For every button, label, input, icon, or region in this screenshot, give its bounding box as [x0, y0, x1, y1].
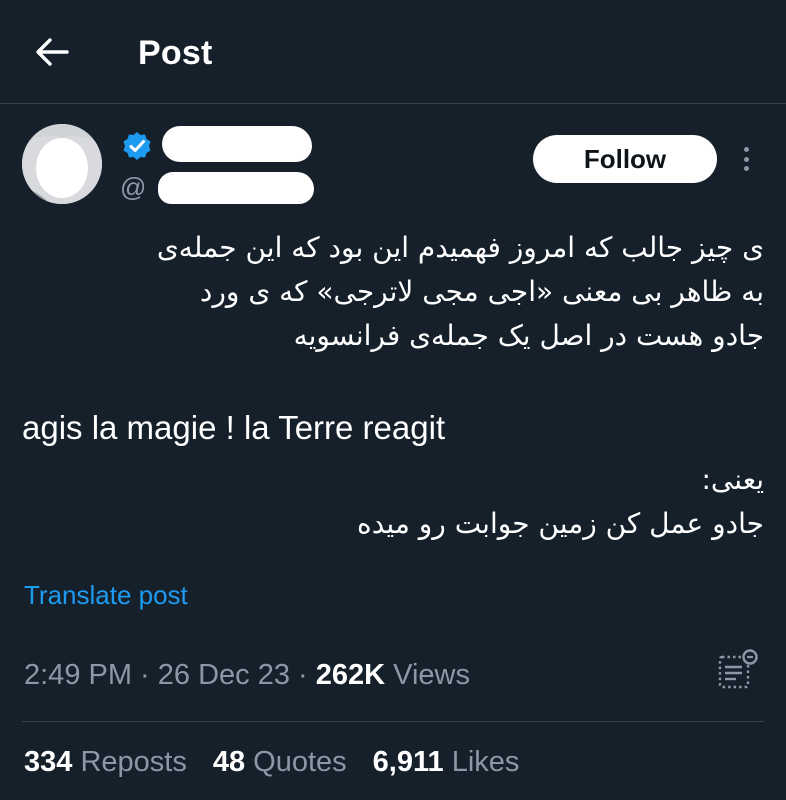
more-vertical-icon	[743, 147, 749, 152]
analytics-icon[interactable]	[714, 647, 762, 695]
meta-separator-2: ·	[289, 659, 316, 691]
reposts-stat[interactable]: 334 Reposts	[24, 746, 187, 779]
top-bar: Post	[0, 0, 786, 104]
post-line: جادو عمل کن زمین جوابت رو میده	[357, 507, 764, 540]
page-title: Post	[138, 34, 213, 72]
follow-button[interactable]: Follow	[533, 135, 717, 183]
arrow-left-icon	[36, 38, 69, 66]
verified-badge-icon	[123, 132, 151, 160]
post-french-line: agis la magie ! la Terre reagit	[22, 409, 446, 446]
header-divider	[0, 103, 786, 104]
post-paragraph-persian-2: یعنی: جادو عمل کن زمین جوابت رو میده	[357, 458, 764, 546]
post-line: جادو هست در اصل یک جمله‌ی فرانسویه	[293, 319, 764, 352]
post-page: Post @ Follow ی چیز جالب که امروز فهمیدم…	[0, 0, 786, 800]
views-label: Views	[385, 659, 470, 691]
more-vertical-icon-dot	[743, 156, 749, 162]
more-options-button[interactable]	[734, 142, 758, 176]
post-line: یعنی:	[701, 463, 764, 496]
display-name-redacted[interactable]	[162, 126, 312, 162]
engagement-stats: 334 Reposts 48 Quotes 6,911 Likes	[24, 746, 519, 779]
likes-stat[interactable]: 6,911 Likes	[373, 746, 520, 779]
meta-separator: ·	[132, 659, 158, 691]
back-button[interactable]	[30, 30, 74, 74]
handle-redacted[interactable]	[158, 172, 314, 204]
avatar-image	[22, 124, 102, 204]
quotes-label: Quotes	[245, 746, 347, 778]
post-paragraph-persian-1: ی چیز جالب که امروز فهمیدم این بود که ای…	[157, 226, 764, 358]
post-time[interactable]: 2:49 PM	[24, 659, 132, 691]
quotes-count: 48	[212, 746, 246, 778]
post-line: ی چیز جالب که امروز فهمیدم این بود که ای…	[156, 231, 764, 264]
reposts-count: 334	[24, 746, 73, 778]
translate-post-link[interactable]: Translate post	[24, 580, 188, 611]
quotes-stat[interactable]: 48 Quotes	[213, 746, 347, 779]
post-meta: 2:49 PM · 26 Dec 23 · 262K Views	[24, 659, 470, 692]
reposts-label: Reposts	[72, 746, 187, 778]
likes-label: Likes	[443, 746, 520, 778]
more-vertical-icon-dot	[743, 166, 749, 171]
likes-count: 6,911	[372, 746, 444, 778]
meta-divider	[22, 721, 764, 722]
avatar[interactable]	[22, 124, 102, 204]
views-count: 262K	[315, 659, 386, 691]
post-date[interactable]: 26 Dec 23	[158, 659, 290, 691]
handle-prefix: @	[120, 172, 147, 202]
post-line: به ظاهر بی معنی «اجی مجی لاترجی» که ی ور…	[199, 275, 764, 308]
